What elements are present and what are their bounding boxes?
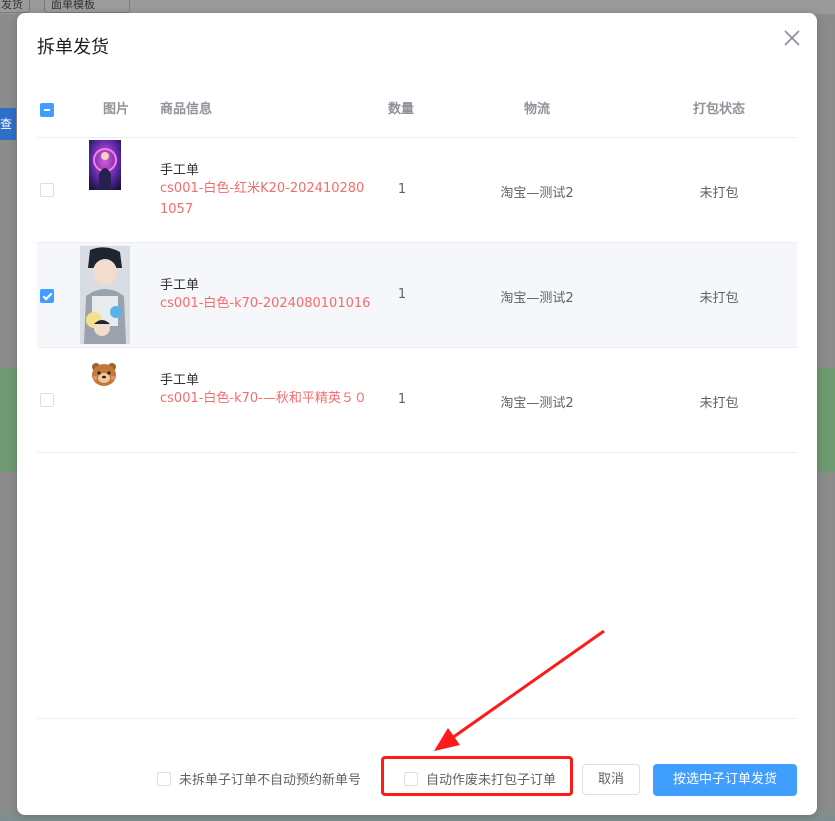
background-template-button: 面单模板 (44, 0, 130, 13)
table-row[interactable]: 手工单 cs001-白色-k70-2024080101016 1 淘宝—测试2 … (37, 243, 797, 348)
product-type: 手工单 (160, 163, 200, 178)
footer-divider (37, 718, 797, 719)
header-image: 图片 (103, 102, 130, 117)
product-image (80, 246, 130, 344)
close-icon[interactable] (781, 27, 803, 49)
logistics: 淘宝—测试2 (500, 186, 574, 201)
option-no-auto-new-number[interactable]: 未拆单子订单不自动预约新单号 (157, 769, 361, 788)
quantity: 1 (397, 287, 407, 302)
logistics: 淘宝—测试2 (500, 291, 574, 306)
dialog-title: 拆单发货 (37, 37, 109, 58)
row-checkbox[interactable] (40, 183, 54, 197)
select-all-checkbox[interactable] (40, 103, 54, 117)
pack-status: 未打包 (699, 186, 739, 201)
sub-order-table: 图片 商品信息 数量 物流 打包状态 手工单 cs001-白色-红米K20-20… (37, 97, 797, 453)
product-type: 手工单 (160, 278, 200, 293)
product-type: 手工单 (160, 373, 200, 388)
background-bottom-bar (0, 814, 835, 821)
product-image (89, 140, 121, 190)
cancel-button[interactable]: 取消 (582, 764, 640, 795)
pack-status: 未打包 (699, 396, 739, 411)
header-product-info: 商品信息 (160, 102, 213, 117)
option-no-auto-new-number-checkbox[interactable] (157, 772, 171, 786)
option-auto-void-unpacked[interactable]: 自动作废未打包子订单 (404, 769, 556, 788)
option-no-auto-new-number-label: 未拆单子订单不自动预约新单号 (179, 773, 362, 788)
row-checkbox[interactable] (40, 393, 54, 407)
pack-status: 未打包 (699, 291, 739, 306)
quantity: 1 (397, 392, 407, 407)
header-logistics: 物流 (524, 102, 551, 117)
table-row[interactable]: 手工单 cs001-白色-红米K20-2024102801057 1 淘宝—测试… (37, 138, 797, 243)
header-quantity: 数量 (388, 102, 415, 117)
product-name: cs001-白色-k70-—秋和平精英５０ (160, 391, 367, 406)
product-name: cs001-白色-k70-2024080101016 (160, 296, 371, 311)
split-shipment-dialog: 拆单发货 图片 商品信息 数量 物流 打包状态 手工单 cs001-白色-红米K… (17, 13, 817, 815)
product-name: cs001-白色-红米K20-2024102801057 (160, 181, 365, 217)
row-checkbox[interactable] (40, 289, 54, 303)
product-image (90, 360, 118, 388)
table-header: 图片 商品信息 数量 物流 打包状态 (37, 97, 797, 138)
table-row[interactable]: 手工单 cs001-白色-k70-—秋和平精英５０ 1 淘宝—测试2 未打包 (37, 348, 797, 453)
ship-selected-button[interactable]: 按选中子订单发货 (653, 764, 797, 796)
background-ship-button: 发货 (0, 0, 30, 13)
header-pack-status: 打包状态 (693, 102, 746, 117)
quantity: 1 (397, 182, 407, 197)
background-view-button: 查看 (0, 108, 16, 140)
option-auto-void-unpacked-label: 自动作废未打包子订单 (426, 773, 557, 788)
logistics: 淘宝—测试2 (500, 396, 574, 411)
option-auto-void-unpacked-checkbox[interactable] (404, 772, 418, 786)
